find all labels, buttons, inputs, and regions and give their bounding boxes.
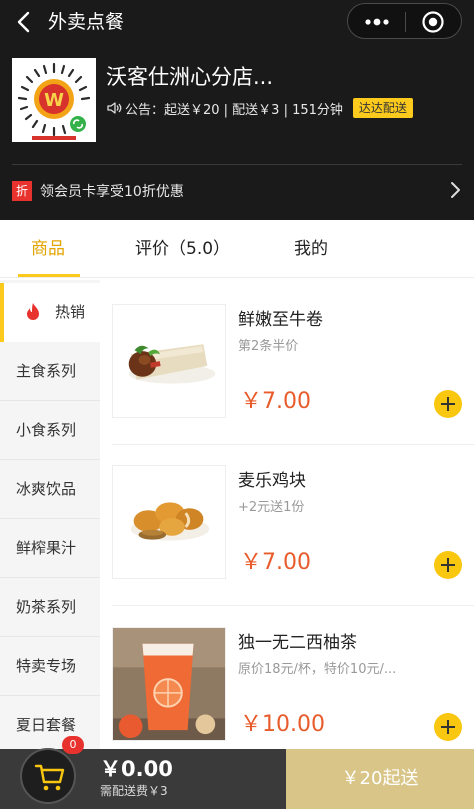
add-to-cart-button[interactable] — [434, 551, 462, 579]
checkout-button[interactable]: ￥20起送 — [286, 749, 474, 809]
page-title: 外卖点餐 — [48, 11, 125, 33]
tab-products[interactable]: 商品 — [31, 234, 65, 264]
product-price: ￥10.00 — [240, 712, 325, 737]
category-label: 特卖专场 — [16, 657, 77, 675]
product-name: 独一无二西柚茶 — [238, 633, 357, 653]
category-sidebar: 热销 主食系列 小食系列 冰爽饮品 鲜榨果汁 奶茶系列 特卖专场 夏日套餐 — [0, 280, 100, 755]
capsule-divider — [405, 12, 406, 32]
product-image-wrap — [112, 304, 226, 418]
product-price: ￥7.00 — [240, 550, 311, 575]
store-logo[interactable]: W — [12, 58, 96, 142]
target-icon[interactable] — [421, 10, 445, 34]
sidebar-item-hot[interactable]: 热销 — [0, 283, 100, 342]
tab-mine[interactable]: 我的 — [294, 234, 328, 264]
product-desc: +2元送1份 — [238, 500, 305, 515]
active-tab-indicator — [18, 274, 80, 277]
product-desc: 原价18元/杯，特价10元/... — [238, 662, 397, 677]
cart-count-badge: 0 — [62, 736, 84, 754]
store-info: W 沃客仕洲心分店... 公告：起送￥20 | 配送￥3 | 151分钟 达达配… — [0, 44, 474, 220]
tab-bar: 商品 评价（5.0） 我的 — [0, 220, 474, 278]
product-card[interactable]: 鲜嫩至牛卷 第2条半价 ￥7.00 — [112, 304, 474, 464]
category-label: 小食系列 — [16, 421, 77, 439]
notice-text: 公告：起送￥20 | 配送￥3 | 151分钟 — [125, 102, 343, 118]
category-label: 奶茶系列 — [16, 598, 77, 616]
active-category-indicator — [0, 283, 4, 342]
sidebar-item-cold-drinks[interactable]: 冰爽饮品 — [0, 460, 100, 519]
product-image-wrap — [112, 627, 226, 741]
flame-icon — [27, 303, 39, 320]
member-promo-text: 领会员卡享受10折优惠 — [40, 184, 184, 200]
product-desc: 第2条半价 — [238, 339, 299, 354]
divider — [112, 444, 474, 445]
add-to-cart-button[interactable] — [434, 713, 462, 741]
tab-reviews[interactable]: 评价（5.0） — [135, 234, 230, 264]
cart-total: ￥0.00 — [100, 757, 173, 781]
chevron-left-icon[interactable] — [10, 8, 38, 36]
category-label: 冰爽饮品 — [16, 480, 77, 498]
member-card-promo[interactable]: 折 领会员卡享受10折优惠 — [12, 180, 184, 202]
product-name: 麦乐鸡块 — [238, 471, 306, 491]
category-label: 热销 — [55, 303, 86, 321]
chevron-right-icon[interactable] — [447, 178, 463, 202]
discount-badge: 折 — [12, 181, 32, 201]
category-label: 鲜榨果汁 — [16, 539, 77, 557]
sidebar-item-staples[interactable]: 主食系列 — [0, 342, 100, 401]
svg-text:W: W — [44, 90, 64, 111]
store-name: 沃客仕洲心分店... — [106, 65, 274, 89]
cart-button[interactable] — [20, 748, 76, 804]
sidebar-item-snacks[interactable]: 小食系列 — [0, 401, 100, 460]
delivery-badge: 达达配送 — [352, 98, 413, 118]
product-name: 鲜嫩至牛卷 — [238, 310, 323, 330]
store-notice: 公告：起送￥20 | 配送￥3 | 151分钟 达达配送 — [106, 97, 413, 119]
cart-icon — [34, 764, 65, 791]
divider — [12, 164, 462, 165]
product-price: ￥7.00 — [240, 389, 311, 414]
sidebar-item-milk-tea[interactable]: 奶茶系列 — [0, 578, 100, 637]
more-dots-icon[interactable] — [362, 13, 392, 31]
header-bar: 外卖点餐 — [0, 0, 474, 44]
sidebar-item-fresh-juice[interactable]: 鲜榨果汁 — [0, 519, 100, 578]
mini-program-capsule — [347, 3, 462, 39]
add-to-cart-button[interactable] — [434, 390, 462, 418]
category-label: 主食系列 — [16, 362, 77, 380]
speaker-icon — [107, 102, 122, 114]
sidebar-item-summer-combo[interactable]: 夏日套餐 — [0, 696, 100, 755]
divider — [112, 605, 474, 606]
category-label: 夏日套餐 — [16, 716, 77, 734]
sidebar-item-specials[interactable]: 特卖专场 — [0, 637, 100, 696]
product-image-wrap — [112, 465, 226, 579]
delivery-fee: 需配送费￥3 — [100, 784, 168, 798]
product-card[interactable]: 麦乐鸡块 +2元送1份 ￥7.00 — [112, 465, 474, 625]
